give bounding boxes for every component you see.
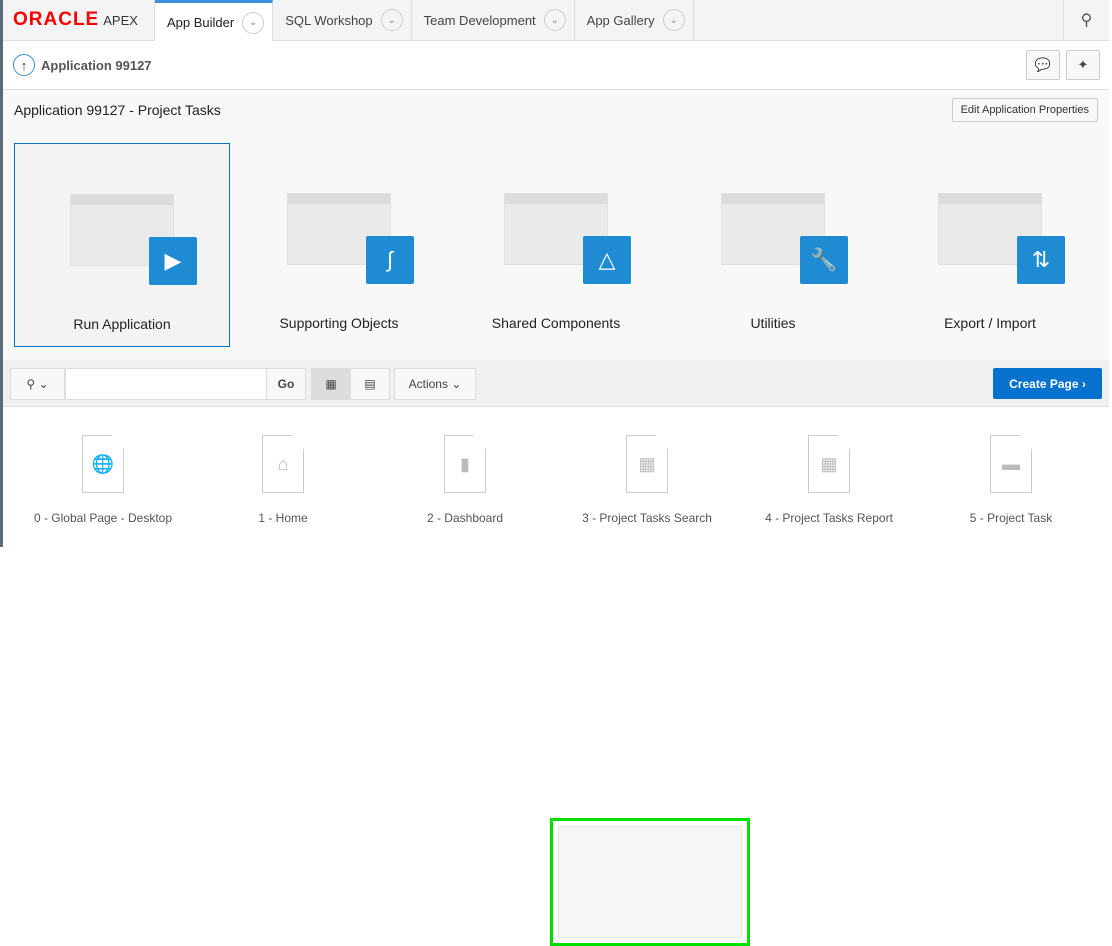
shapes-icon: △ — [583, 236, 631, 284]
search-options-button[interactable]: ⚲ ⌄ — [10, 368, 65, 400]
chevron-down-icon[interactable]: ⌄ — [662, 9, 685, 31]
illustration: ▶ — [70, 194, 197, 285]
play-icon: ▶ — [149, 237, 197, 285]
search-input[interactable] — [65, 368, 270, 400]
breadcrumb-link[interactable]: Application 99127 — [41, 58, 152, 73]
tab-label: Team Development — [423, 12, 536, 28]
actions-label: Actions — [408, 377, 448, 391]
page-item[interactable]: 🌐 0 - Global Page - Desktop — [3, 411, 203, 539]
illustration: 🔧 — [721, 193, 848, 284]
chevron-down-icon[interactable]: ⌄ — [242, 11, 265, 34]
globe-page-icon: 🌐 — [82, 435, 124, 493]
product-name: APEX — [103, 12, 138, 28]
search-icon[interactable]: ⚲ — [1063, 0, 1109, 40]
page-label: 5 - Project Task — [969, 511, 1053, 525]
create-page-button[interactable]: Create Page › — [993, 368, 1102, 399]
list-view-button[interactable]: ▤ — [350, 368, 390, 400]
page-item[interactable]: ▦ 4 - Project Tasks Report — [729, 411, 929, 539]
chart-page-icon: ▮ — [444, 435, 486, 493]
arrow-up-icon[interactable]: ↑ — [13, 54, 35, 76]
edit-application-properties-button[interactable]: Edit Application Properties — [951, 98, 1098, 122]
tile-label: Supporting Objects — [279, 315, 399, 331]
tile-label: Export / Import — [944, 315, 1036, 331]
chevron-down-icon: ⌄ — [451, 377, 462, 391]
top-nav: ORACLE APEX App Builder ⌄ SQL Workshop ⌄ Te… — [3, 0, 1109, 42]
tab-label: SQL Workshop — [285, 12, 373, 28]
tile-utilities[interactable]: 🔧 Utilities — [665, 143, 881, 347]
page-label: 2 - Dashboard — [426, 511, 504, 525]
tab-label: App Gallery — [586, 12, 655, 28]
tile-run-application[interactable]: ▶ Run Application — [14, 143, 230, 347]
grid-icon: ▦ — [325, 377, 337, 391]
chevron-down-icon[interactable]: ⌄ — [543, 9, 566, 31]
page-list: 🌐 0 - Global Page - Desktop ⌂ 1 - Home ▮ 2 … — [3, 407, 1111, 946]
selection-highlight — [550, 818, 750, 946]
region-header: Application 99127 - Project Tasks Edit A… — [3, 90, 1109, 130]
tab-app-builder[interactable]: App Builder ⌄ — [155, 0, 274, 42]
tile-supporting-objects[interactable]: ∫ Supporting Objects — [231, 143, 447, 347]
feedback-button[interactable]: 💬 — [1026, 50, 1060, 80]
tab-app-gallery[interactable]: App Gallery ⌄ — [575, 0, 694, 40]
tab-sql-workshop[interactable]: SQL Workshop ⌄ — [273, 0, 412, 40]
illustration: △ — [504, 193, 631, 284]
report-page-icon: ▦ — [808, 435, 850, 493]
home-page-icon: ⌂ — [262, 435, 304, 493]
page-label: 4 - Project Tasks Report — [765, 511, 893, 525]
create-page-label: Create Page — [1009, 376, 1079, 391]
form-page-icon: ▦ — [626, 435, 668, 493]
tile-label: Shared Components — [491, 315, 621, 331]
page-title: Application 99127 - Project Tasks — [14, 102, 221, 118]
form-page-icon: ▬ — [990, 435, 1032, 493]
chevron-down-icon[interactable]: ⌄ — [380, 9, 403, 31]
app-tiles: ▶ Run Application ∫ Supporting Objects △ Sh… — [3, 130, 1109, 360]
breadcrumb: ↑ Application 99127 💬 ✦ — [3, 41, 1109, 90]
illustration: ∫ — [287, 193, 414, 284]
page-label: 1 - Home — [258, 511, 308, 525]
page-toolbar: ⚲ ⌄ Go ▦ ▤ Actions ⌄ Create Page › — [3, 360, 1109, 407]
page-item[interactable]: ⌂ 1 - Home — [183, 411, 383, 539]
page-item[interactable]: ▬ 5 - Project Task — [911, 411, 1111, 539]
go-button[interactable]: Go — [266, 368, 306, 400]
actions-menu-button[interactable]: Actions ⌄ — [394, 368, 476, 400]
oracle-apex-logo[interactable]: ORACLE APEX — [3, 0, 155, 40]
tile-export-import[interactable]: ⇅ Export / Import — [882, 143, 1098, 347]
logo-text: ORACLE — [13, 9, 100, 30]
developer-toolbar-button[interactable]: ✦ — [1066, 50, 1100, 80]
tab-team-development[interactable]: Team Development ⌄ — [412, 0, 575, 40]
search-icon: ⚲ ⌄ — [26, 377, 49, 391]
page-item[interactable]: ▮ 2 - Dashboard — [365, 411, 565, 539]
wrench-icon: 🔧 — [800, 236, 848, 284]
page-label: 3 - Project Tasks Search — [582, 511, 712, 525]
arrows-icon: ⇅ — [1017, 236, 1065, 284]
tile-label: Utilities — [750, 315, 796, 331]
tile-label: Run Application — [73, 316, 171, 332]
scroll-icon: ∫ — [366, 236, 414, 284]
tile-shared-components[interactable]: △ Shared Components — [448, 143, 664, 347]
page-label: 0 - Global Page - Desktop — [33, 511, 173, 525]
tab-label: App Builder — [167, 15, 235, 30]
illustration: ⇅ — [938, 193, 1065, 284]
table-icon: ▤ — [364, 377, 376, 391]
grid-view-button[interactable]: ▦ — [311, 368, 351, 400]
page-item[interactable]: ▦ 3 - Project Tasks Search — [547, 411, 747, 539]
